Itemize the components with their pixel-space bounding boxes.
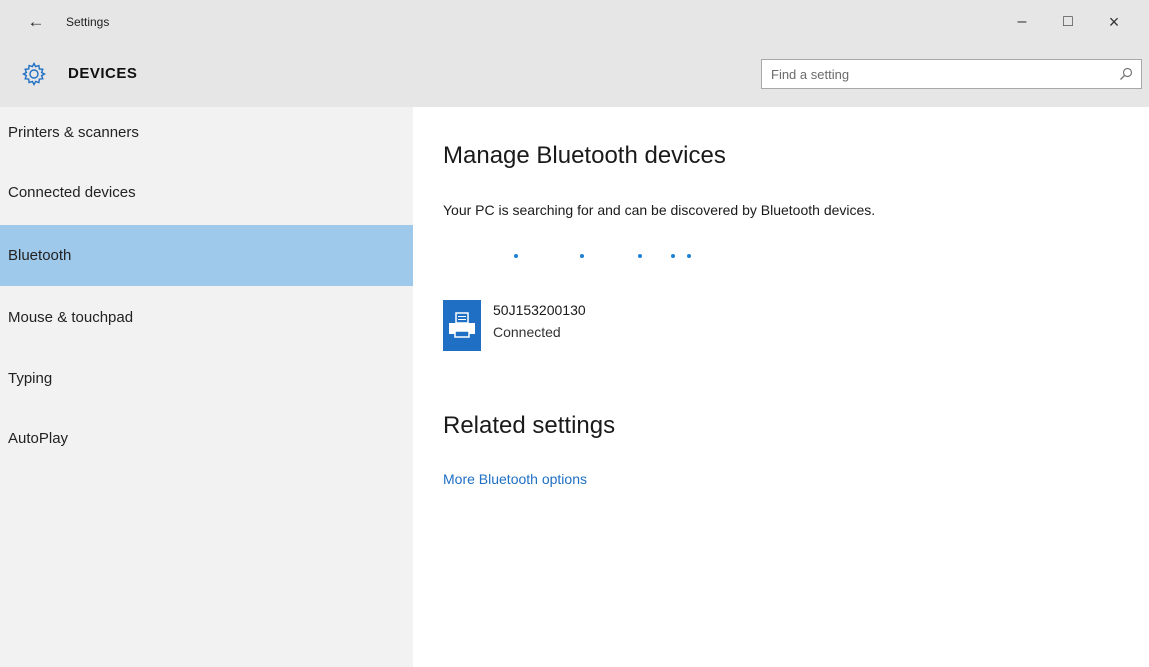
sidebar-item-printers-scanners[interactable]: Printers & scanners <box>0 107 413 167</box>
progress-dot <box>687 254 691 258</box>
search-input[interactable] <box>762 60 1102 88</box>
searching-progress-indicator <box>413 252 1149 262</box>
progress-dot <box>514 254 518 258</box>
page-header: DEVICES <box>0 47 1149 107</box>
title-bar: ← Settings – □ × <box>0 0 1149 47</box>
section-title: DEVICES <box>68 65 138 82</box>
close-icon: × <box>1108 12 1120 32</box>
search-icon[interactable] <box>1119 67 1133 81</box>
minimize-icon: – <box>1017 13 1027 30</box>
device-name: 50J153200130 <box>493 302 586 318</box>
sidebar-item-mouse-touchpad[interactable]: Mouse & touchpad <box>0 287 413 347</box>
gear-icon <box>22 61 46 86</box>
more-bluetooth-options-link[interactable]: More Bluetooth options <box>443 471 587 487</box>
progress-dot <box>671 254 675 258</box>
minimize-button[interactable]: – <box>1004 8 1040 36</box>
bluetooth-device-item[interactable]: 50J153200130 Connected <box>443 300 843 352</box>
page-title: Manage Bluetooth devices <box>443 142 726 169</box>
search-box[interactable] <box>761 59 1142 89</box>
maximize-icon: □ <box>1063 13 1073 30</box>
related-settings-heading: Related settings <box>443 412 616 439</box>
maximize-button[interactable]: □ <box>1050 8 1086 36</box>
back-arrow-icon: ← <box>27 12 45 31</box>
sidebar-item-typing[interactable]: Typing <box>0 348 413 408</box>
settings-window: ← Settings – □ × DEVICES Find a setting … <box>0 0 1149 667</box>
sidebar-item-autoplay[interactable]: AutoPlay <box>0 408 413 468</box>
sidebar-item-connected-devices[interactable]: Connected devices <box>0 167 413 227</box>
bluetooth-status-text: Your PC is searching for and can be disc… <box>443 202 876 218</box>
close-button[interactable]: × <box>1096 8 1132 36</box>
device-status: Connected <box>493 324 561 340</box>
printer-icon <box>443 300 481 351</box>
progress-dot <box>580 254 584 258</box>
main-content: Manage Bluetooth devices Your PC is sear… <box>413 107 1149 667</box>
back-button[interactable]: ← <box>24 10 48 34</box>
sidebar-item-bluetooth[interactable]: Bluetooth <box>0 225 413 286</box>
sidebar-nav: Printers & scanners Connected devices Bl… <box>0 107 413 667</box>
progress-dot <box>638 254 642 258</box>
app-title: Settings <box>66 15 110 29</box>
